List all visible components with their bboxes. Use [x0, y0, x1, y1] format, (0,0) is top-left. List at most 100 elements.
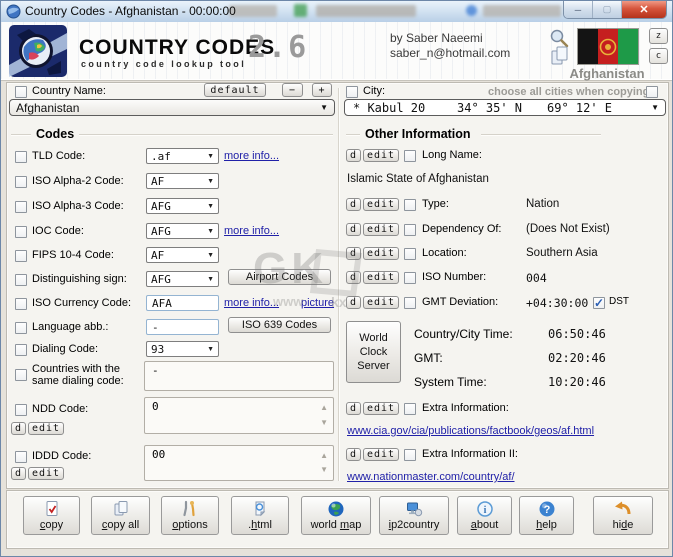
iso-alpha3-checkbox[interactable] — [15, 201, 27, 213]
ndd-d-button[interactable]: d — [11, 422, 26, 435]
about-button[interactable]: i about — [457, 496, 512, 535]
location-checkbox[interactable] — [404, 248, 416, 260]
country-select[interactable]: Afghanistan ▼ — [9, 99, 335, 116]
country-name-checkbox[interactable] — [15, 86, 27, 98]
dependency-checkbox[interactable] — [404, 224, 416, 236]
scroll-up-icon[interactable]: ▲ — [320, 452, 328, 460]
extra2-link[interactable]: www.nationmaster.com/country/af/ — [347, 471, 515, 483]
type-checkbox[interactable] — [404, 199, 416, 211]
fips-code-value: AF — [151, 249, 164, 262]
ndd-code-box[interactable]: 0 ▲ ▼ — [144, 397, 334, 434]
location-edit-button[interactable]: edit — [363, 247, 399, 260]
scroll-down-icon[interactable]: ▼ — [320, 466, 328, 474]
dependency-edit-button[interactable]: edit — [363, 223, 399, 236]
iddd-code-box[interactable]: 00 ▲ ▼ — [144, 445, 334, 481]
currency-picture-link[interactable]: picture — [301, 297, 334, 309]
minimize-button[interactable]: ─ — [564, 1, 593, 18]
title-bar[interactable]: Country Codes - Afghanistan - 00:00:00 ─… — [1, 1, 672, 23]
help-button[interactable]: ? help — [519, 496, 574, 535]
search-icon[interactable] — [549, 28, 569, 48]
extra1-edit-button[interactable]: edit — [363, 402, 399, 415]
type-d-button[interactable]: d — [346, 198, 361, 211]
dst-checkbox[interactable]: ✓ — [593, 297, 605, 309]
copy-button[interactable]: copy — [23, 496, 80, 535]
language-abb-input[interactable]: - — [146, 319, 219, 335]
tld-code-select[interactable]: .af ▼ — [146, 148, 219, 164]
longname-edit-button[interactable]: edit — [363, 149, 399, 162]
city-checkbox[interactable] — [346, 86, 358, 98]
hide-button[interactable]: hide — [593, 496, 653, 535]
extra1-checkbox[interactable] — [404, 403, 416, 415]
choose-all-cities-checkbox[interactable] — [646, 86, 658, 98]
increment-country-button[interactable]: + — [312, 83, 332, 97]
ip2country-button[interactable]: ip2country — [379, 496, 449, 535]
language-abb-checkbox[interactable] — [15, 322, 27, 334]
currency-more-info-link[interactable]: more info... — [224, 297, 279, 309]
ndd-edit-button[interactable]: edit — [28, 422, 64, 435]
world-map-button[interactable]: world map — [301, 496, 371, 535]
default-button[interactable]: default — [204, 83, 266, 97]
dependency-d-button[interactable]: d — [346, 223, 361, 236]
chevron-down-icon: ▼ — [207, 153, 214, 160]
gmt-d-button[interactable]: d — [346, 296, 361, 309]
iddd-d-button[interactable]: d — [11, 467, 26, 480]
world-clock-server-button[interactable]: World Clock Server — [346, 321, 401, 383]
longname-d-button[interactable]: d — [346, 149, 361, 162]
airport-codes-button[interactable]: Airport Codes — [228, 269, 331, 285]
iso-alpha2-checkbox[interactable] — [15, 176, 27, 188]
extra1-link[interactable]: www.cia.gov/cia/publications/factbook/ge… — [347, 425, 594, 437]
extra2-edit-button[interactable]: edit — [363, 448, 399, 461]
chevron-down-icon: ▼ — [207, 203, 214, 210]
iso-number-d-button[interactable]: d — [346, 271, 361, 284]
iddd-edit-button[interactable]: edit — [28, 467, 64, 480]
maximize-button[interactable]: ▢ — [593, 1, 622, 18]
distinguishing-sign-checkbox[interactable] — [15, 274, 27, 286]
ndd-code-checkbox[interactable] — [15, 404, 27, 416]
fips-code-select[interactable]: AF ▼ — [146, 247, 219, 263]
c-button[interactable]: c — [649, 48, 668, 64]
fips-code-checkbox[interactable] — [15, 250, 27, 262]
iso639-codes-button[interactable]: ISO 639 Codes — [228, 317, 331, 333]
dialing-code-select[interactable]: 93 ▼ — [146, 341, 219, 357]
same-dialing-checkbox[interactable] — [15, 369, 27, 381]
extra2-d-button[interactable]: d — [346, 448, 361, 461]
codes-divider-left — [11, 134, 31, 136]
extra1-d-button[interactable]: d — [346, 402, 361, 415]
close-button[interactable]: ✕ — [622, 1, 666, 18]
dialing-code-checkbox[interactable] — [15, 344, 27, 356]
extra2-checkbox[interactable] — [404, 449, 416, 461]
gmt-edit-button[interactable]: edit — [363, 296, 399, 309]
ioc-code-checkbox[interactable] — [15, 226, 27, 238]
iso-alpha2-select[interactable]: AF ▼ — [146, 173, 219, 189]
app-version: 2.6 — [248, 30, 308, 65]
app-icon — [6, 4, 21, 19]
scroll-down-icon[interactable]: ▼ — [320, 419, 328, 427]
gmt-checkbox[interactable] — [404, 297, 416, 309]
tld-more-info-link[interactable]: more info... — [224, 150, 279, 162]
iso-number-checkbox[interactable] — [404, 272, 416, 284]
longname-checkbox[interactable] — [404, 150, 416, 162]
iso-currency-input[interactable]: AFA — [146, 295, 219, 311]
options-button[interactable]: options — [161, 496, 219, 535]
distinguishing-sign-select[interactable]: AFG ▼ — [146, 271, 219, 287]
type-edit-button[interactable]: edit — [363, 198, 399, 211]
ioc-code-select[interactable]: AFG ▼ — [146, 223, 219, 239]
ioc-more-info-link[interactable]: more info... — [224, 225, 279, 237]
copy-pages-icon[interactable] — [551, 46, 569, 66]
iso-number-edit-button[interactable]: edit — [363, 271, 399, 284]
tld-code-checkbox[interactable] — [15, 151, 27, 163]
location-d-button[interactable]: d — [346, 247, 361, 260]
country-select-value: Afghanistan — [16, 101, 79, 115]
same-dialing-box[interactable]: - — [144, 361, 334, 391]
z-button[interactable]: z — [649, 28, 668, 44]
decrement-country-button[interactable]: − — [282, 83, 303, 97]
city-select[interactable]: * Kabul 20 34° 35' N 69° 12' E ▼ — [344, 99, 666, 116]
iso-currency-checkbox[interactable] — [15, 298, 27, 310]
copy-all-button[interactable]: copy all — [91, 496, 150, 535]
html-button[interactable]: .html — [231, 496, 289, 535]
iso-alpha3-select[interactable]: AFG ▼ — [146, 198, 219, 214]
extra1-label: Extra Information: — [422, 402, 509, 414]
iddd-code-checkbox[interactable] — [15, 451, 27, 463]
chevron-down-icon: ▼ — [320, 104, 328, 112]
scroll-up-icon[interactable]: ▲ — [320, 404, 328, 412]
